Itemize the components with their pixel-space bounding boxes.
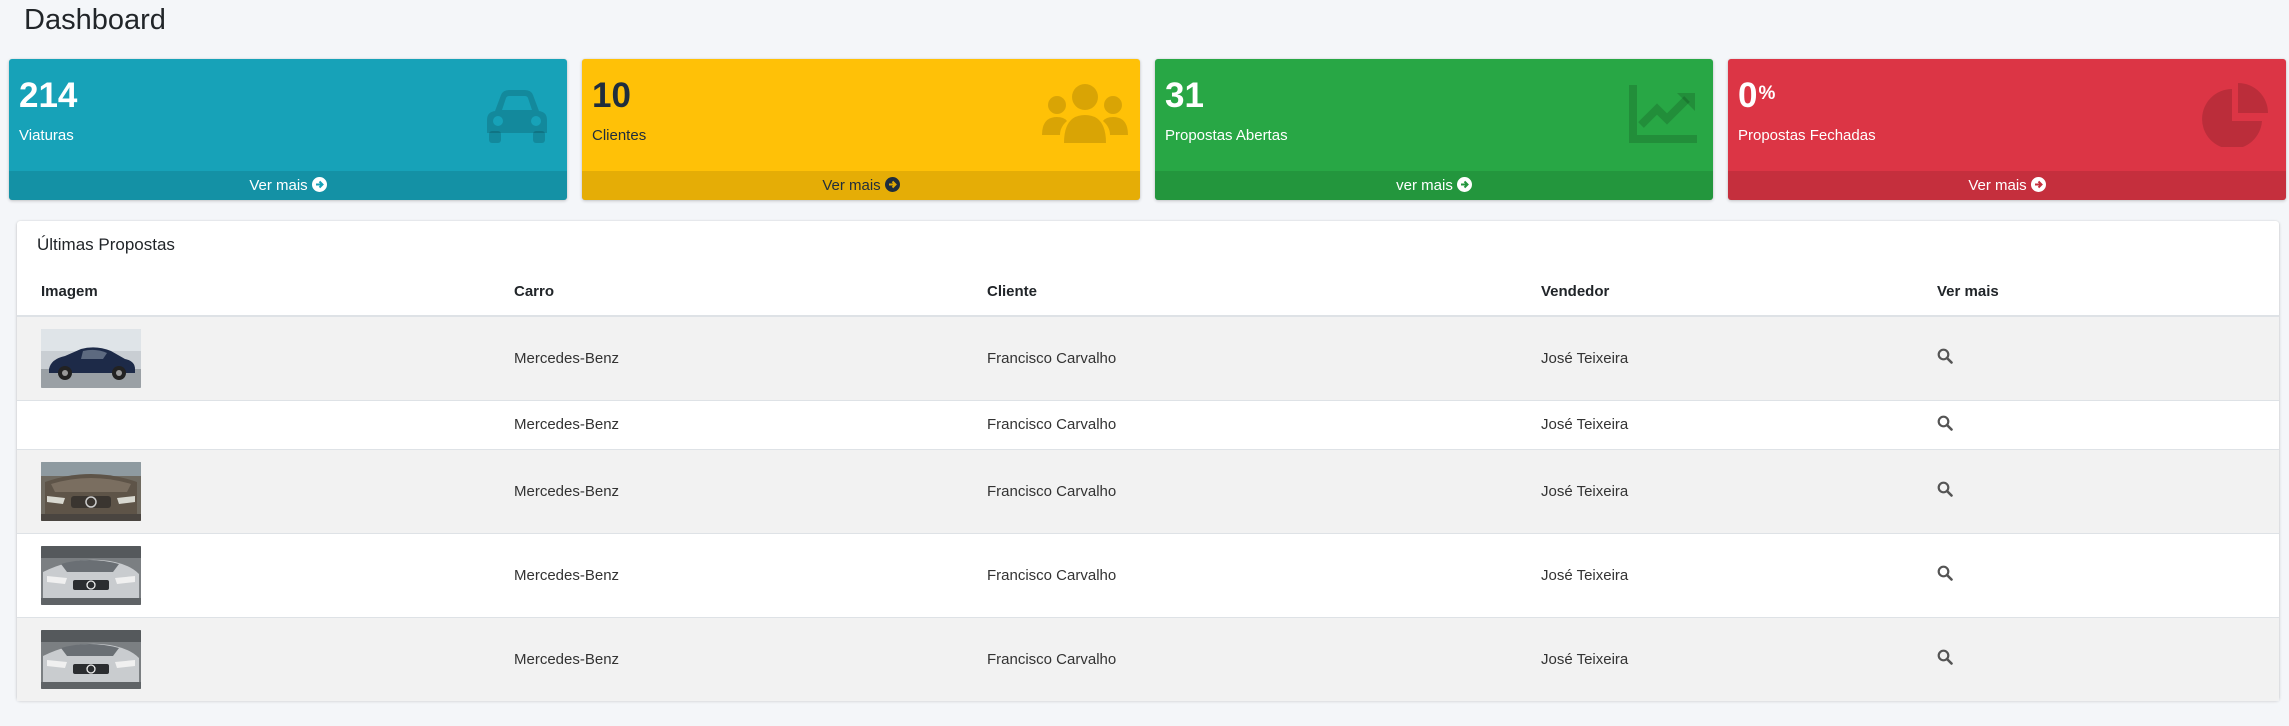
table-row: Mercedes-Benz Francisco Carvalho José Te… xyxy=(17,315,2279,400)
car-thumbnail[interactable] xyxy=(41,629,141,689)
ver-mais-link[interactable]: Ver mais xyxy=(582,171,1140,200)
column-header-imagem: Imagem xyxy=(17,268,490,317)
seller-cell: José Teixeira xyxy=(1517,315,1913,400)
stats-row: 214 Viaturas Ver mais 10 Clientes Ver ma… xyxy=(9,59,2286,200)
ver-mais-link[interactable]: Ver mais xyxy=(1728,171,2286,200)
stat-label: Viaturas xyxy=(19,127,74,144)
table-row: Mercedes-Benz Francisco Carvalho José Te… xyxy=(17,616,2279,701)
table-header-row: Imagem Carro Cliente Vendedor Ver mais xyxy=(17,268,2279,317)
car-cell: Mercedes-Benz xyxy=(490,399,963,449)
page-title: Dashboard xyxy=(24,4,166,36)
card-title: Últimas Propostas xyxy=(37,235,175,254)
stat-value: 31 xyxy=(1165,76,1204,115)
search-icon[interactable] xyxy=(1937,348,1953,365)
table-row: Mercedes-Benz Francisco Carvalho José Te… xyxy=(17,448,2279,533)
stat-box-clientes: 10 Clientes Ver mais xyxy=(582,59,1140,200)
stat-value: 214 xyxy=(19,76,78,115)
seller-cell: José Teixeira xyxy=(1517,532,1913,617)
stat-label: Propostas Fechadas xyxy=(1738,127,1876,144)
arrow-circle-right-icon xyxy=(2030,177,2046,192)
car-icon xyxy=(487,90,547,143)
client-cell: Francisco Carvalho xyxy=(963,532,1517,617)
arrow-circle-right-icon xyxy=(884,177,900,192)
table-row: Mercedes-Benz Francisco Carvalho José Te… xyxy=(17,532,2279,617)
ver-mais-link[interactable]: ver mais xyxy=(1155,171,1713,200)
stat-box-propostas-fechadas: 0% Propostas Fechadas Ver mais xyxy=(1728,59,2286,200)
column-header-ver-mais: Ver mais xyxy=(1913,268,2279,317)
search-icon[interactable] xyxy=(1937,481,1953,497)
car-cell: Mercedes-Benz xyxy=(490,448,963,533)
arrow-circle-right-icon xyxy=(311,177,327,192)
latest-proposals-card: Últimas Propostas Imagem Carro Cliente V… xyxy=(17,221,2279,701)
ver-mais-link[interactable]: Ver mais xyxy=(9,171,567,200)
search-icon[interactable] xyxy=(1937,649,1953,666)
car-thumbnail[interactable] xyxy=(41,461,141,521)
seller-cell: José Teixeira xyxy=(1517,448,1913,533)
column-header-vendedor: Vendedor xyxy=(1517,268,1913,317)
stat-label: Propostas Abertas xyxy=(1165,127,1288,144)
car-cell: Mercedes-Benz xyxy=(490,532,963,617)
car-thumbnail[interactable] xyxy=(41,545,141,605)
seller-cell: José Teixeira xyxy=(1517,399,1913,449)
arrow-circle-right-icon xyxy=(1456,177,1472,192)
client-cell: Francisco Carvalho xyxy=(963,616,1517,701)
chart-pie-icon xyxy=(2202,83,2268,147)
search-icon[interactable] xyxy=(1937,565,1953,581)
stat-box-propostas-abertas: 31 Propostas Abertas ver mais xyxy=(1155,59,1713,200)
chart-line-icon xyxy=(1629,85,1697,143)
column-header-cliente: Cliente xyxy=(963,268,1517,317)
search-icon[interactable] xyxy=(1937,415,1953,431)
stat-box-viaturas: 214 Viaturas Ver mais xyxy=(9,59,567,200)
column-header-carro: Carro xyxy=(490,268,963,317)
car-cell: Mercedes-Benz xyxy=(490,616,963,701)
seller-cell: José Teixeira xyxy=(1517,616,1913,701)
proposals-table: Imagem Carro Cliente Vendedor Ver mais M… xyxy=(17,268,2279,701)
client-cell: Francisco Carvalho xyxy=(963,315,1517,400)
users-icon xyxy=(1042,84,1128,143)
client-cell: Francisco Carvalho xyxy=(963,399,1517,449)
car-thumbnail[interactable] xyxy=(41,328,141,388)
client-cell: Francisco Carvalho xyxy=(963,448,1517,533)
car-cell: Mercedes-Benz xyxy=(490,315,963,400)
stat-value: 0% xyxy=(1738,76,1776,115)
table-row: Mercedes-Benz Francisco Carvalho José Te… xyxy=(17,399,2279,449)
